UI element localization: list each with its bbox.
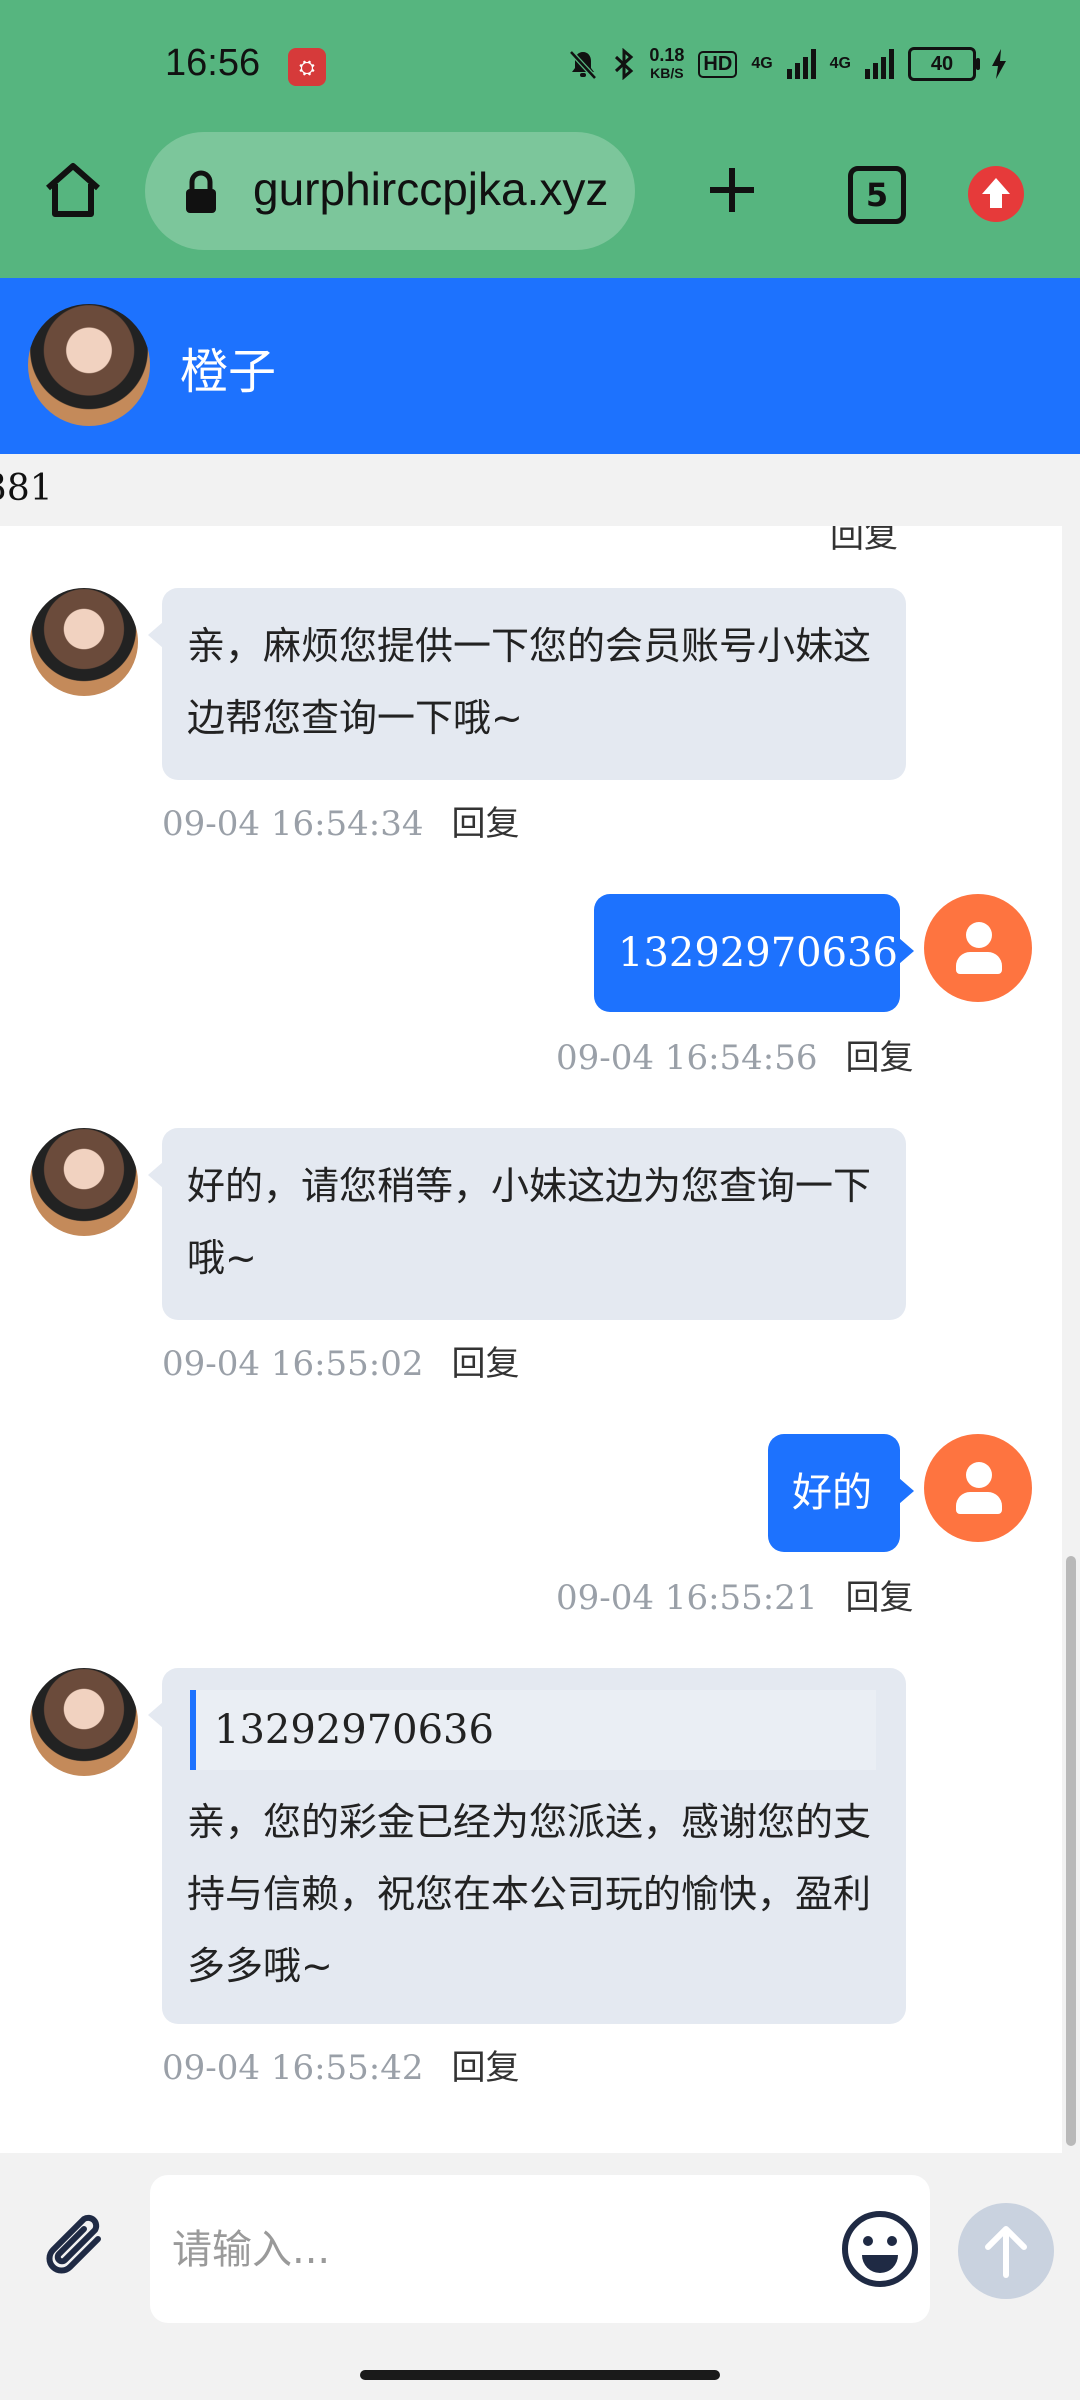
message-time: 09-04 16:55:21 [556,1578,818,1618]
notice-text: 381 [0,468,53,509]
agent-message-bubble: 好的，请您稍等，小妹这边为您查询一下哦~ [148,1128,906,1320]
reply-link[interactable]: 回复 [452,804,520,844]
lock-icon [186,170,216,213]
user-message-bubble: 好的 [768,1434,914,1552]
agent-message-bubble: 亲，麻烦您提供一下您的会员账号小妹这边帮您查询一下哦~ [148,588,906,780]
reply-link[interactable]: 回复 [830,526,898,557]
bluetooth-icon [615,48,634,80]
message-input[interactable] [170,2211,774,2289]
message-time: 09-04 16:54:34 [162,804,424,844]
quoted-message: 13292970636 [190,1690,876,1770]
send-button[interactable] [958,2203,1054,2299]
signal-icon-2 [865,49,894,79]
notice-strip: 381 [0,454,1080,526]
tab-switcher-button[interactable]: 5 [848,166,906,224]
charging-icon [992,49,1006,79]
message-meta: 09-04 16:54:56 回复 [556,1030,914,1079]
agent-message-bubble: 13292970636 亲，您的彩金已经为您派送，感谢您的支持与信赖，祝您在本公… [148,1668,906,2024]
agent-avatar [30,1668,138,1776]
scrollbar-thumb[interactable] [1066,1556,1076,2146]
chat-title: 橙子 [180,344,277,400]
chat-message-list[interactable]: 回复 亲，麻烦您提供一下您的会员账号小妹这边帮您查询一下哦~ 09-04 16:… [0,526,1062,2153]
message-input-box[interactable] [150,2175,930,2323]
agent-avatar [30,588,138,696]
update-arrow-icon[interactable] [968,166,1024,222]
message-time: 09-04 16:55:42 [162,2048,424,2088]
battery-icon: 40 [908,47,980,81]
reply-link[interactable]: 回复 [452,2048,520,2088]
agent-avatar [28,304,150,426]
user-avatar [924,1434,1032,1542]
reply-link[interactable]: 回复 [452,1344,520,1384]
message-meta: 09-04 16:55:02 回复 [162,1336,520,1385]
url-text[interactable]: ɡurphirccpjka.xyz [253,162,618,216]
user-message-bubble: 13292970636 [594,894,914,1012]
network-speed: 0.18 KB/S [649,45,685,81]
address-bar[interactable]: ɡurphirccpjka.xyz [145,132,635,250]
message-meta: 09-04 16:55:21 回复 [556,1570,914,1619]
status-icons: 0.18 KB/S HD 4G 4G 40 [567,46,1008,82]
message-time: 09-04 16:54:56 [556,1038,818,1078]
agent-avatar [30,1128,138,1236]
network-type-1: 4G [751,55,773,72]
attachment-icon[interactable] [36,2209,116,2289]
home-icon[interactable] [42,160,104,222]
chat-header: 橙子 [0,278,1080,454]
browser-toolbar: ɡurphirccpjka.xyz 5 [0,130,1080,278]
new-tab-icon[interactable] [704,162,760,218]
signal-icon [786,49,816,79]
reply-link[interactable]: 回复 [846,1038,914,1078]
message-time: 09-04 16:55:02 [162,1344,424,1384]
message-text: 亲，您的彩金已经为您派送，感谢您的支持与信赖，祝您在本公司玩的愉快，盈利多多哦~ [187,1800,872,1988]
message-meta: 09-04 16:54:34 回复 [162,796,520,845]
arrow-up-icon [985,2226,1027,2278]
bell-muted-icon [569,50,598,80]
navigation-gesture-area [0,2353,1080,2400]
notification-app-icon: ⛭ [288,48,326,86]
message-composer [0,2153,1080,2353]
status-bar: 16:56 ⛭ 0.18 KB/S HD 4G 4G 40 [0,0,1080,130]
status-time: 16:56 [165,42,261,84]
user-avatar [924,894,1032,1002]
reply-link[interactable]: 回复 [846,1578,914,1618]
emoji-icon[interactable] [840,2209,920,2289]
message-meta: 09-04 16:55:42 回复 [162,2040,520,2089]
chat-scrollbar[interactable] [1062,526,1080,2153]
home-indicator[interactable] [360,2370,720,2380]
network-type-2: 4G [829,55,851,72]
hd-voice-badge: HD [698,50,738,78]
